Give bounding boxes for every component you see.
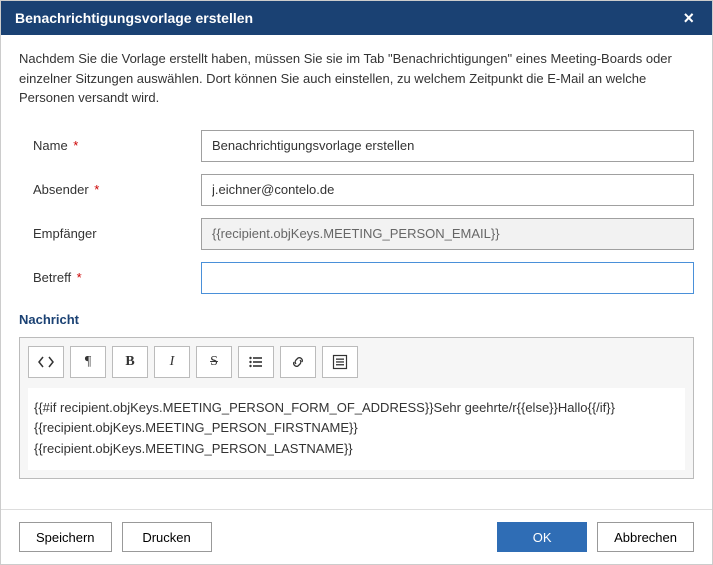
label-subject: Betreff *: [19, 270, 201, 285]
code-view-button[interactable]: [28, 346, 64, 378]
recipient-field: [201, 218, 694, 250]
save-button[interactable]: Speichern: [19, 522, 112, 552]
code-icon: [38, 354, 54, 370]
dialog-title: Benachrichtigungsvorlage erstellen: [15, 10, 253, 26]
label-recipient: Empfänger: [19, 226, 201, 241]
sender-field[interactable]: [201, 174, 694, 206]
dialog-header: Benachrichtigungsvorlage erstellen ×: [1, 1, 712, 35]
row-subject: Betreff *: [19, 262, 694, 294]
intro-text: Nachdem Sie die Vorlage erstellt haben, …: [19, 49, 694, 108]
message-section-label: Nachricht: [19, 312, 694, 327]
editor-toolbar: ¶ B I S: [28, 346, 685, 378]
editor: ¶ B I S: [19, 337, 694, 479]
dialog: Benachrichtigungsvorlage erstellen × Nac…: [0, 0, 713, 565]
row-sender: Absender *: [19, 174, 694, 206]
label-name: Name *: [19, 138, 201, 153]
name-field[interactable]: [201, 130, 694, 162]
row-name: Name *: [19, 130, 694, 162]
required-marker: *: [91, 182, 100, 197]
bold-button[interactable]: B: [112, 346, 148, 378]
list-icon: [248, 354, 264, 370]
subject-field[interactable]: [201, 262, 694, 294]
dialog-footer: Speichern Drucken OK Abbrechen: [1, 509, 712, 564]
dialog-body: Nachdem Sie die Vorlage erstellt haben, …: [1, 35, 712, 509]
strikethrough-button[interactable]: S: [196, 346, 232, 378]
close-icon[interactable]: ×: [679, 9, 698, 27]
link-button[interactable]: [280, 346, 316, 378]
text-block-button[interactable]: [322, 346, 358, 378]
link-icon: [290, 354, 306, 370]
italic-button[interactable]: I: [154, 346, 190, 378]
print-button[interactable]: Drucken: [122, 522, 212, 552]
text-block-icon: [332, 354, 348, 370]
label-sender: Absender *: [19, 182, 201, 197]
cancel-button[interactable]: Abbrechen: [597, 522, 694, 552]
required-marker: *: [70, 138, 79, 153]
list-button[interactable]: [238, 346, 274, 378]
required-marker: *: [73, 270, 82, 285]
paragraph-button[interactable]: ¶: [70, 346, 106, 378]
editor-content[interactable]: {{#if recipient.objKeys.MEETING_PERSON_F…: [28, 388, 685, 470]
row-recipient: Empfänger: [19, 218, 694, 250]
ok-button[interactable]: OK: [497, 522, 587, 552]
